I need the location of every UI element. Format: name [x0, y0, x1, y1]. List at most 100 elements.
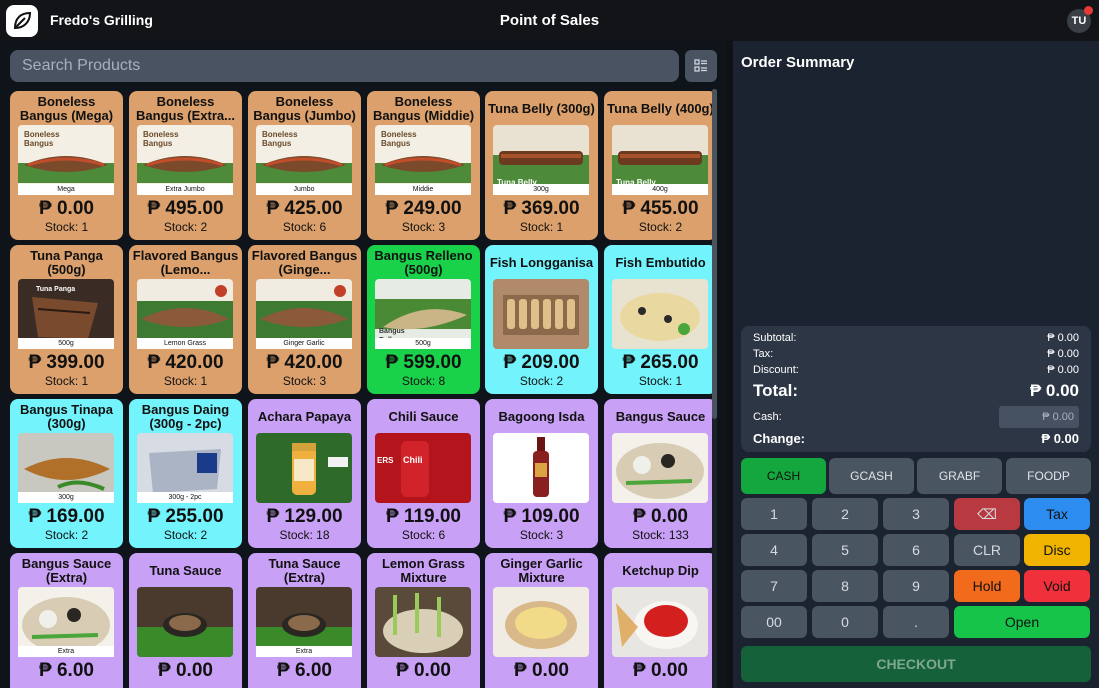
svg-text:Chili: Chili [403, 455, 423, 465]
scrollbar-thumb[interactable] [712, 89, 717, 419]
product-card[interactable]: Bangus Sauce ₱ 0.00 Stock: 133 [604, 399, 717, 548]
gcash-button[interactable]: GCASH [829, 458, 914, 494]
subtotal-label: Subtotal: [753, 332, 797, 344]
change-row: Change: ₱ 0.00 [753, 431, 1079, 446]
list-view-button[interactable] [685, 50, 717, 82]
total-value: ₱ 0.00 [1029, 381, 1079, 400]
product-variant-caption: Mega [18, 184, 114, 195]
product-card[interactable]: Tuna Belly (400g) Tuna Belly 400g ₱ 455.00 S… [604, 91, 717, 240]
product-name: Tuna Sauce (Extra) [268, 556, 341, 585]
product-price: ₱ 399.00 [28, 352, 105, 373]
product-price: ₱ 249.00 [385, 198, 462, 219]
change-value: ₱ 0.00 [1041, 431, 1079, 446]
product-stock: Stock: 3 [401, 220, 446, 234]
key-00[interactable]: 00 [741, 606, 807, 638]
open-button[interactable]: Open [954, 606, 1090, 638]
product-card[interactable]: Achara Papaya ₱ 129.00 Stock: 18 [248, 399, 361, 548]
product-card[interactable]: Flavored Bangus (Lemo... Lemon Grass ₱ 420… [129, 245, 242, 394]
discount-row: Discount: ₱ 0.00 [753, 364, 1079, 376]
key-1[interactable]: 1 [741, 498, 807, 530]
product-name: Boneless Bangus (Extra... [136, 94, 235, 123]
cash-button[interactable]: CASH [741, 458, 826, 494]
backspace-button[interactable]: ⌫ [954, 498, 1020, 530]
key-9[interactable]: 9 [883, 570, 949, 602]
product-stock: Stock: 3 [282, 374, 327, 388]
product-price: ₱ 495.00 [147, 198, 224, 219]
grabfood-button[interactable]: GRABF [917, 458, 1002, 494]
product-name: Boneless Bangus (Middie) [372, 94, 475, 123]
product-card[interactable]: Tuna Panga (500g) Tuna Panga 500g ₱ 399.00 S… [10, 245, 123, 394]
svg-text:Bangus: Bangus [262, 139, 292, 148]
hold-button[interactable]: Hold [954, 570, 1020, 602]
leaf-icon[interactable] [6, 5, 38, 37]
clear-button[interactable]: CLR [954, 534, 1020, 566]
cash-input[interactable]: ₱ 0.00 [999, 406, 1079, 428]
product-price: ₱ 420.00 [147, 352, 224, 373]
product-name: Bangus Relleno (500g) [374, 248, 473, 277]
tax-button[interactable]: Tax [1024, 498, 1090, 530]
product-price: ₱ 0.00 [396, 660, 451, 681]
product-variant-caption: Lemon Grass [137, 338, 233, 349]
discount-label: Discount: [753, 364, 799, 376]
checkout-button[interactable]: CHECKOUT [741, 646, 1091, 682]
product-price: ₱ 599.00 [385, 352, 462, 373]
product-variant-caption: 500g [375, 338, 471, 349]
product-card[interactable]: Boneless Bangus (Jumbo) Boneless Bangus Jum… [248, 91, 361, 240]
product-name: Bangus Sauce [615, 409, 706, 424]
key-3[interactable]: 3 [883, 498, 949, 530]
product-card[interactable]: Ginger Garlic Mixture ₱ 0.00 [485, 553, 598, 688]
product-stock: Stock: 2 [638, 220, 683, 234]
product-card[interactable]: Bangus Tinapa (300g) 300g ₱ 169.00 Stock: 2 [10, 399, 123, 548]
product-price: ₱ 265.00 [622, 352, 699, 373]
product-price: ₱ 0.00 [633, 506, 688, 527]
product-card[interactable]: Flavored Bangus (Ginge... Ginger Garlic ₱ … [248, 245, 361, 394]
product-card[interactable]: Fish Embutido ₱ 265.00 Stock: 1 [604, 245, 717, 394]
brand-name: Fredo's Grilling [50, 12, 153, 28]
product-stock: Stock: 1 [638, 374, 683, 388]
product-card[interactable]: Tuna Belly (300g) Tuna Belly 300g ₱ 369.00 S… [485, 91, 598, 240]
product-name: Flavored Bangus (Lemo... [132, 248, 239, 277]
foodpanda-button[interactable]: FOODP [1006, 458, 1091, 494]
product-price: ₱ 0.00 [633, 660, 688, 681]
product-card[interactable]: Tuna Sauce ₱ 0.00 [129, 553, 242, 688]
svg-text:Bangus: Bangus [381, 139, 411, 148]
top-bar: Fredo's Grilling Point of Sales TU [0, 0, 1099, 41]
notification-dot [1084, 6, 1093, 15]
svg-text:Boneless: Boneless [262, 130, 298, 139]
product-card[interactable]: Boneless Bangus (Middie) Boneless Bangus Mi… [367, 91, 480, 240]
page-title: Point of Sales [499, 12, 600, 29]
product-card[interactable]: Lemon Grass Mixture ₱ 0.00 [367, 553, 480, 688]
product-card[interactable]: Bagoong Isda ₱ 109.00 Stock: 3 [485, 399, 598, 548]
product-card[interactable]: Ketchup Dip ₱ 0.00 [604, 553, 717, 688]
totals-box: Subtotal: ₱ 0.00 Tax: ₱ 0.00 Discount: ₱ 0.… [741, 326, 1091, 452]
product-card[interactable]: Bangus Relleno (500g)BangusRelleno500g₱ … [367, 245, 480, 394]
svg-text:Boneless: Boneless [143, 130, 179, 139]
total-row: Total: ₱ 0.00 [753, 381, 1079, 401]
key-5[interactable]: 5 [812, 534, 878, 566]
search-input[interactable]: Search Products [10, 50, 679, 82]
key-2[interactable]: 2 [812, 498, 878, 530]
product-card[interactable]: Boneless Bangus (Extra... Boneless Bangus E… [129, 91, 242, 240]
key-dot[interactable]: . [883, 606, 949, 638]
product-price: ₱ 420.00 [266, 352, 343, 373]
product-card[interactable]: Tuna Sauce (Extra) Extra ₱ 6.00 [248, 553, 361, 688]
key-7[interactable]: 7 [741, 570, 807, 602]
key-0[interactable]: 0 [812, 606, 878, 638]
product-name: Bangus Sauce (Extra) [21, 556, 112, 585]
product-image [612, 279, 708, 349]
void-button[interactable]: Void [1024, 570, 1090, 602]
product-name: Achara Papaya [257, 409, 352, 424]
key-6[interactable]: 6 [883, 534, 949, 566]
product-card[interactable]: Boneless Bangus (Mega) Boneless Bangus Mega… [10, 91, 123, 240]
discount-button[interactable]: Disc [1024, 534, 1090, 566]
list-view-icon [694, 59, 707, 72]
product-name: Tuna Belly (400g) [607, 101, 714, 116]
product-card[interactable]: Fish Longganisa ₱ 209.00 Stock: 2 [485, 245, 598, 394]
product-card[interactable]: Chili Sauce Chili ERS ₱ 119.00 Stock: 6 [367, 399, 480, 548]
product-card[interactable]: Bangus Sauce (Extra) Extra ₱ 6.00 [10, 553, 123, 688]
key-8[interactable]: 8 [812, 570, 878, 602]
product-price: ₱ 119.00 [385, 506, 462, 527]
product-card[interactable]: Bangus Daing (300g - 2pc) 300g - 2pc ₱ 255… [129, 399, 242, 548]
key-4[interactable]: 4 [741, 534, 807, 566]
product-name: Boneless Bangus (Jumbo) [253, 94, 356, 123]
